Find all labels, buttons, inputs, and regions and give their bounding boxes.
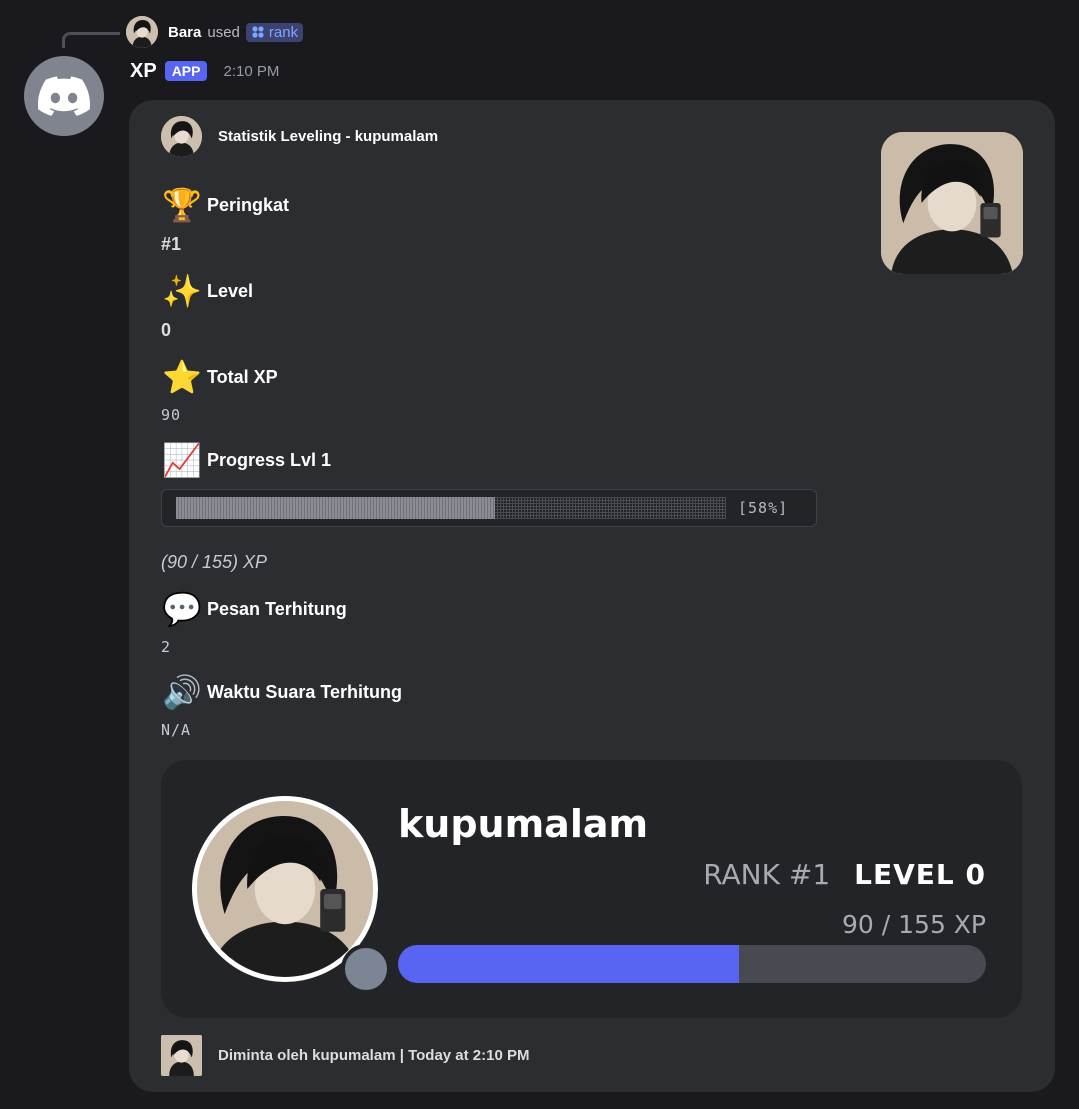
app-badge: APP — [164, 61, 208, 81]
embed-author: Statistik Leveling - kupumalam — [161, 116, 438, 157]
footer-icon — [161, 1035, 202, 1076]
field-level-value: 0 — [161, 320, 172, 340]
embed-footer-text: Diminta oleh kupumalam | Today at 2:10 P… — [218, 1047, 530, 1064]
avatar-picture-icon — [126, 16, 158, 48]
field-total-xp-label: Total XP — [207, 366, 278, 387]
field-rank-value: #1 — [161, 234, 182, 254]
rank-card-stats: RANK #1 LEVEL 0 — [703, 858, 986, 891]
bot-username[interactable]: XP — [130, 60, 157, 83]
star-icon: ⭐ — [162, 358, 202, 396]
text-progress-fill — [176, 497, 495, 519]
rank-card-level: LEVEL 0 — [854, 858, 986, 891]
avatar-picture-icon — [161, 1035, 202, 1076]
progress-xp-text: (90 / 155) XP — [161, 552, 268, 572]
rank-embed: Statistik Leveling - kupumalam 🏆 Peringk… — [129, 100, 1055, 1092]
field-voice-label: Waktu Suara Terhitung — [207, 681, 403, 702]
reply-reference[interactable]: Bara used rank — [126, 16, 304, 48]
discord-logo-icon — [38, 76, 90, 116]
reply-user-avatar[interactable] — [126, 16, 158, 48]
reply-connector — [62, 32, 120, 48]
profile-picture-icon — [197, 801, 373, 977]
avatar-picture-icon — [161, 116, 202, 157]
text-progress-bar — [176, 497, 726, 519]
app-command-icon — [252, 26, 264, 38]
field-total-xp-value: 90 — [161, 406, 182, 424]
rank-card-xp: 90 / 155 XP — [842, 910, 986, 939]
embed-thumbnail[interactable] — [881, 132, 1023, 274]
field-level-label: Level — [207, 280, 254, 301]
rank-card-progress-bar — [398, 945, 986, 983]
reply-used-text: used — [207, 23, 240, 41]
embed-footer: Diminta oleh kupumalam | Today at 2:10 P… — [161, 1035, 529, 1076]
bot-avatar[interactable] — [24, 56, 104, 136]
progress-xp: (90 / 155) XP — [161, 552, 267, 573]
slash-command-chip[interactable]: rank — [245, 22, 304, 42]
reply-user-name[interactable]: Bara — [168, 24, 201, 41]
field-messages: 💬 Pesan Terhitung 2 — [161, 588, 347, 656]
slash-command-name: rank — [268, 23, 299, 41]
speech-balloon-icon: 💬 — [162, 590, 202, 628]
field-voice-value: N/A — [161, 721, 192, 739]
chart-increasing-icon: 📈 — [162, 441, 202, 479]
field-total-xp: ⭐ Total XP 90 — [161, 356, 278, 424]
message-header: XP APP 2:10 PM — [130, 56, 279, 86]
embed-author-name: Statistik Leveling - kupumalam — [218, 128, 439, 145]
field-rank: 🏆 Peringkat #1 — [161, 184, 289, 255]
progress-percent: [58%] — [738, 499, 789, 517]
rank-card-progress-fill — [398, 945, 740, 983]
rank-card-image[interactable]: kupumalam RANK #1 LEVEL 0 90 / 155 XP — [161, 760, 1022, 1018]
speaker-icon: 🔊 — [162, 673, 202, 711]
status-indicator — [341, 944, 391, 994]
rank-card-username: kupumalam — [398, 802, 649, 846]
progress-code-block: [58%] — [161, 489, 817, 527]
field-level: ✨ Level 0 — [161, 270, 253, 341]
rank-card-rank: RANK #1 — [703, 858, 831, 891]
profile-picture-icon — [881, 132, 1023, 274]
field-voice: 🔊 Waktu Suara Terhitung N/A — [161, 671, 402, 739]
field-progress-label: Progress Lvl 1 — [207, 449, 332, 470]
field-messages-label: Pesan Terhitung — [207, 598, 347, 619]
field-rank-label: Peringkat — [207, 194, 290, 215]
trophy-icon: 🏆 — [162, 186, 202, 224]
field-messages-value: 2 — [161, 638, 172, 656]
author-avatar — [161, 116, 202, 157]
sparkles-icon: ✨ — [162, 272, 202, 310]
message-timestamp[interactable]: 2:10 PM — [223, 63, 279, 80]
field-progress: 📈 Progress Lvl 1 — [161, 439, 331, 481]
